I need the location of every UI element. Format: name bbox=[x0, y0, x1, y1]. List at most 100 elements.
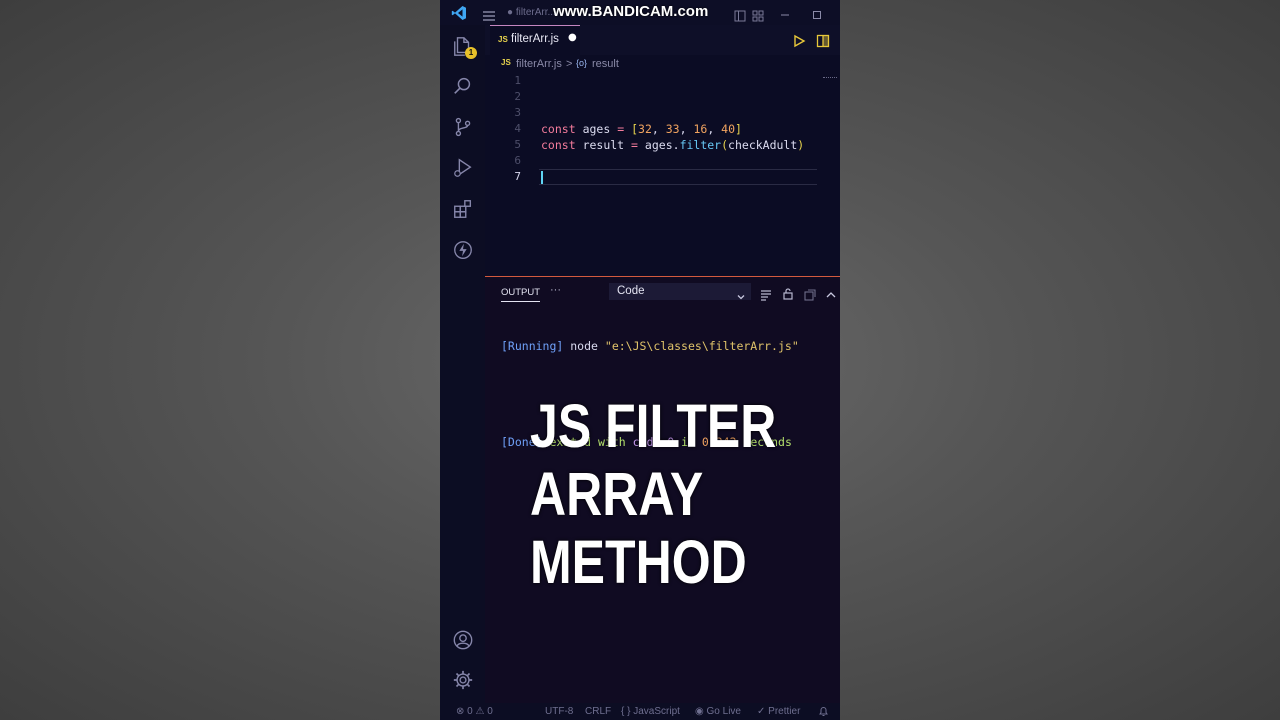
broadcast-icon: ◉ bbox=[695, 706, 704, 717]
breadcrumb-file[interactable]: filterArr.js bbox=[516, 58, 562, 70]
channel-select[interactable]: Code bbox=[609, 283, 751, 300]
channel-select-value: Code bbox=[617, 285, 645, 297]
run-debug-icon[interactable] bbox=[450, 155, 476, 181]
layout-toggle-icon[interactable] bbox=[734, 7, 746, 26]
text-cursor bbox=[541, 171, 543, 184]
breadcrumb-js-icon: JS bbox=[501, 58, 511, 67]
tab-label: filterArr.js bbox=[511, 33, 559, 45]
variable-symbol-icon: {o} bbox=[576, 58, 588, 68]
identifier: result bbox=[582, 138, 625, 152]
more-actions-icon[interactable]: ··· bbox=[550, 284, 561, 296]
caption-line-1: JS FILTER bbox=[530, 392, 777, 460]
breadcrumb-symbol[interactable]: result bbox=[592, 58, 619, 70]
caption-line-2: ARRAY bbox=[530, 460, 704, 528]
code-editor[interactable]: 1 2 3 4 5 6 7 const ages = [32, 33, 16, … bbox=[485, 73, 840, 273]
bracket: [ bbox=[631, 122, 639, 136]
eol-status[interactable]: CRLF bbox=[585, 706, 611, 717]
settings-gear-icon[interactable] bbox=[450, 667, 476, 693]
operator: = bbox=[617, 122, 625, 136]
keyword: const bbox=[541, 122, 576, 136]
breadcrumb-separator: > bbox=[566, 58, 573, 70]
identifier: ages bbox=[644, 138, 673, 152]
notifications-icon[interactable] bbox=[818, 706, 829, 720]
editor-tab-bar: JS filterArr.js ● bbox=[485, 25, 840, 55]
output-line-running: [Running] node "e:\JS\classes\filterArr.… bbox=[501, 338, 799, 354]
extensions-icon[interactable] bbox=[450, 196, 476, 222]
braces-icon: { } bbox=[621, 706, 631, 717]
minimize-icon[interactable] bbox=[779, 6, 791, 25]
tab-output[interactable]: OUTPUT bbox=[501, 287, 541, 302]
split-editor-icon[interactable] bbox=[816, 33, 830, 52]
explorer-badge: 1 bbox=[465, 47, 477, 59]
go-live-button[interactable]: ◉ Go Live bbox=[695, 706, 741, 717]
comma: , bbox=[707, 122, 722, 136]
js-file-icon: JS bbox=[498, 35, 508, 44]
line-number: 5 bbox=[514, 138, 521, 151]
maximize-panel-icon[interactable] bbox=[825, 286, 837, 305]
problems-status[interactable]: ⊗ 0 ⚠ 0 bbox=[456, 706, 493, 717]
keyword: const bbox=[541, 138, 576, 152]
number: 33 bbox=[665, 122, 680, 136]
paren: ) bbox=[797, 138, 805, 152]
bandicam-watermark: www.BANDICAM.com bbox=[553, 3, 709, 20]
method: filter bbox=[679, 138, 722, 152]
current-line-highlight bbox=[539, 169, 817, 185]
run-path: "e:\JS\classes\filterArr.js" bbox=[604, 339, 799, 353]
number: 40 bbox=[721, 122, 736, 136]
code-line-5: const result = ages.filter(checkAdult) bbox=[541, 137, 804, 153]
tab-filterarr-js[interactable]: JS filterArr.js ● bbox=[490, 25, 580, 55]
number: 16 bbox=[693, 122, 708, 136]
operator: = bbox=[631, 138, 638, 152]
chevron-down-icon bbox=[736, 287, 746, 306]
go-live-label: Go Live bbox=[706, 706, 741, 717]
open-in-editor-icon[interactable] bbox=[804, 286, 816, 305]
error-count: 0 bbox=[467, 706, 473, 717]
maximize-icon[interactable] bbox=[811, 6, 823, 25]
run-command: node bbox=[570, 339, 598, 353]
video-caption-overlay: JS FILTER ARRAY METHOD bbox=[530, 392, 776, 596]
menu-icon[interactable] bbox=[482, 7, 496, 26]
live-server-icon[interactable] bbox=[450, 237, 476, 263]
prettier-status[interactable]: ✓ Prettier bbox=[757, 706, 800, 717]
search-icon[interactable] bbox=[450, 73, 476, 99]
check-icon: ✓ bbox=[757, 706, 766, 717]
identifier: ages bbox=[582, 122, 611, 136]
bracket: ] bbox=[735, 122, 742, 136]
breadcrumb: JS filterArr.js > {o} result bbox=[485, 56, 840, 73]
language-label: JavaScript bbox=[633, 706, 680, 717]
warning-count: 0 bbox=[487, 706, 493, 717]
run-code-icon[interactable] bbox=[792, 33, 806, 52]
line-number: 3 bbox=[514, 106, 521, 119]
line-number: 4 bbox=[514, 122, 521, 135]
activity-bar: 1 bbox=[440, 25, 485, 703]
lock-scroll-icon[interactable] bbox=[782, 285, 794, 304]
language-status[interactable]: { } JavaScript bbox=[621, 706, 680, 717]
paren: ( bbox=[721, 138, 729, 152]
unsaved-dot-icon[interactable]: ● bbox=[568, 32, 577, 43]
line-number-active: 7 bbox=[514, 170, 521, 183]
caption-line-3: METHOD bbox=[530, 528, 747, 596]
identifier: checkAdult bbox=[728, 138, 798, 152]
encoding-status[interactable]: UTF-8 bbox=[545, 706, 573, 717]
minimap bbox=[823, 77, 837, 81]
number: 32 bbox=[638, 122, 652, 136]
layout-customize-icon[interactable] bbox=[752, 7, 764, 26]
comma: , bbox=[651, 122, 666, 136]
window-title: ● filterArr... bbox=[507, 7, 556, 18]
prettier-label: Prettier bbox=[768, 706, 801, 717]
panel-header: OUTPUT ··· Code bbox=[485, 277, 840, 305]
vscode-window: ● filterArr... 1 JS filterArr.js ● JS fi… bbox=[440, 0, 840, 720]
error-icon: ⊗ bbox=[456, 706, 465, 717]
warning-icon: ⚠ bbox=[475, 706, 485, 717]
code-line-4: const ages = [32, 33, 16, 40] bbox=[541, 121, 742, 137]
account-icon[interactable] bbox=[450, 627, 476, 653]
clear-output-icon[interactable] bbox=[760, 286, 772, 305]
source-control-icon[interactable] bbox=[450, 114, 476, 140]
status-bar: ⊗ 0 ⚠ 0 UTF-8 CRLF { } JavaScript ◉ Go L… bbox=[440, 703, 840, 720]
line-number: 2 bbox=[514, 90, 521, 103]
line-number: 1 bbox=[514, 74, 521, 87]
comma: , bbox=[679, 122, 694, 136]
line-number: 6 bbox=[514, 154, 521, 167]
running-tag: [Running] bbox=[501, 339, 564, 353]
vscode-logo-icon bbox=[451, 5, 467, 25]
